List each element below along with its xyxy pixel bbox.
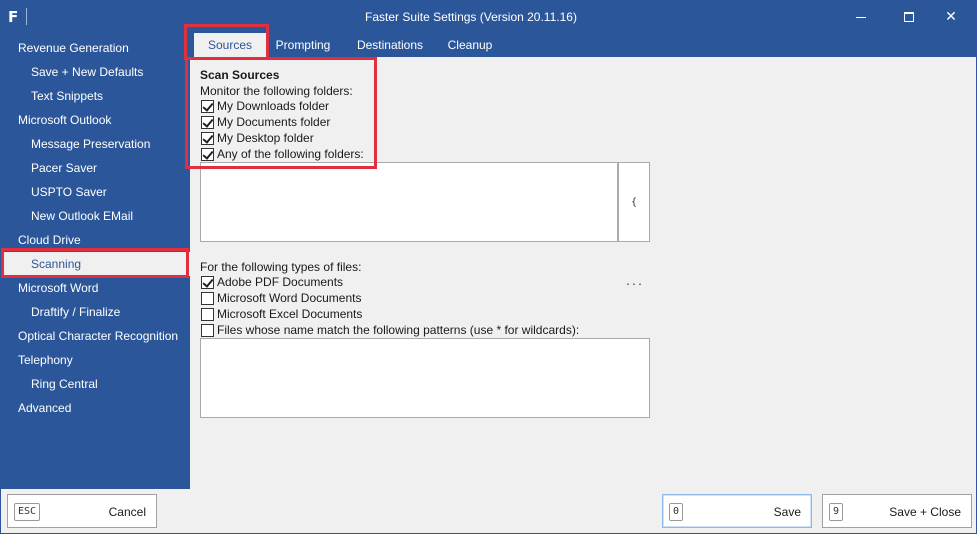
any-folders-label: Any of the following folders: — [217, 147, 364, 161]
maximize-button[interactable] — [889, 1, 929, 33]
sidebar-item-revenue-generation[interactable]: Revenue Generation — [1, 36, 190, 60]
documents-folder-label: My Documents folder — [217, 115, 331, 129]
tab-prompting[interactable]: Prompting — [266, 33, 340, 57]
excel-documents-label: Microsoft Excel Documents — [217, 307, 363, 321]
settings-window: F Faster Suite Settings (Version 20.11.1… — [0, 0, 977, 534]
folders-list-input[interactable] — [200, 162, 618, 242]
excel-documents-checkbox[interactable] — [201, 308, 214, 321]
maximize-icon — [904, 12, 914, 22]
section-title: Scan Sources — [200, 68, 280, 82]
downloads-folder-label: My Downloads folder — [217, 99, 330, 113]
save-button-label: Save — [773, 505, 801, 519]
word-documents-checkbox[interactable] — [201, 292, 214, 305]
monitor-folders-label: Monitor the following folders: — [200, 84, 353, 98]
footer-bar: ESC Cancel 0 Save 9 Save + Close — [1, 489, 976, 533]
esc-key-hint: ESC — [14, 503, 41, 521]
sidebar-item-cloud-drive[interactable]: Cloud Drive — [1, 228, 190, 252]
browse-folders-button[interactable]: { ... } — [618, 162, 650, 368]
desktop-folder-checkbox[interactable] — [201, 132, 214, 145]
sidebar-item-message-preservation[interactable]: Message Preservation — [1, 132, 190, 156]
sidebar-item-ring-central[interactable]: Ring Central — [1, 372, 190, 396]
file-types-label: For the following types of files: — [200, 260, 362, 274]
patterns-input[interactable] — [200, 338, 650, 418]
sidebar-item-uspto-saver[interactable]: USPTO Saver — [1, 180, 190, 204]
tab-bar: Sources Prompting Destinations Cleanup — [190, 33, 976, 57]
save-close-key-hint: 9 — [829, 503, 844, 521]
pdf-documents-label: Adobe PDF Documents — [217, 275, 344, 289]
cancel-button[interactable]: ESC Cancel — [7, 494, 157, 528]
sidebar-item-text-snippets[interactable]: Text Snippets — [1, 84, 190, 108]
sidebar-item-save-new-defaults[interactable]: Save + New Defaults — [1, 60, 190, 84]
desktop-folder-label: My Desktop folder — [217, 131, 314, 145]
tab-cleanup[interactable]: Cleanup — [438, 33, 502, 57]
close-icon: ✕ — [945, 9, 957, 25]
sidebar-item-telephony[interactable]: Telephony — [1, 348, 190, 372]
save-close-button-label: Save + Close — [889, 505, 961, 519]
cancel-button-label: Cancel — [108, 505, 146, 519]
any-folders-checkbox[interactable] — [201, 148, 214, 161]
close-button[interactable]: ✕ — [931, 1, 971, 33]
tab-sources[interactable]: Sources — [194, 33, 266, 57]
sidebar-item-advanced[interactable]: Advanced — [1, 396, 190, 420]
window-title: Faster Suite Settings (Version 20.11.16) — [365, 10, 577, 24]
title-bar: F Faster Suite Settings (Version 20.11.1… — [1, 1, 976, 33]
sources-panel: Scan Sources Monitor the following folde… — [190, 57, 976, 489]
sidebar-item-draftify-finalize[interactable]: Draftify / Finalize — [1, 300, 190, 324]
minimize-icon — [856, 17, 866, 18]
sidebar-item-microsoft-word[interactable]: Microsoft Word — [1, 276, 190, 300]
downloads-folder-checkbox[interactable] — [201, 100, 214, 113]
sidebar-item-ocr[interactable]: Optical Character Recognition — [1, 324, 190, 348]
save-close-button[interactable]: 9 Save + Close — [822, 494, 972, 528]
sidebar-item-pacer-saver[interactable]: Pacer Saver — [1, 156, 190, 180]
save-key-hint: 0 — [669, 503, 684, 521]
minimize-button[interactable] — [841, 1, 881, 33]
save-button[interactable]: 0 Save — [662, 494, 812, 528]
sidebar-item-new-outlook-email[interactable]: New Outlook EMail — [1, 204, 190, 228]
pdf-documents-checkbox[interactable] — [201, 276, 214, 289]
documents-folder-checkbox[interactable] — [201, 116, 214, 129]
tab-destinations[interactable]: Destinations — [346, 33, 434, 57]
sidebar-nav: Revenue Generation Save + New Defaults T… — [1, 33, 190, 489]
name-patterns-checkbox[interactable] — [201, 324, 214, 337]
name-patterns-label: Files whose name match the following pat… — [217, 323, 580, 337]
sidebar-item-scanning[interactable]: Scanning — [4, 252, 190, 276]
sidebar-item-microsoft-outlook[interactable]: Microsoft Outlook — [1, 108, 190, 132]
word-documents-label: Microsoft Word Documents — [217, 291, 362, 305]
